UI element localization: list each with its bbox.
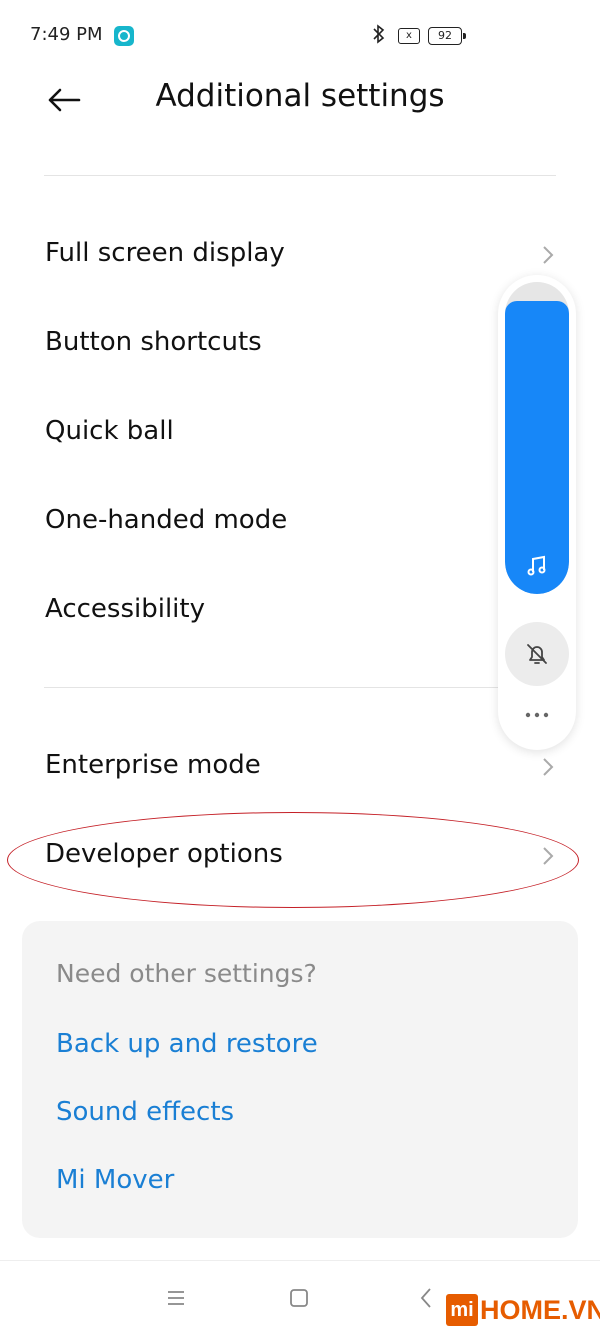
other-settings-title: Need other settings? [56, 959, 317, 988]
chevron-right-icon [543, 758, 554, 776]
square-icon [290, 1289, 308, 1307]
bluetooth-icon [372, 24, 386, 49]
menu-item-label: Full screen display [45, 238, 285, 268]
watermark-logo: mi HOME.VN [446, 1290, 600, 1330]
bell-off-icon [527, 644, 547, 664]
back-button[interactable] [38, 74, 90, 126]
link-sound-effects[interactable]: Sound effects [56, 1097, 234, 1127]
link-back-up-and-restore[interactable]: Back up and restore [56, 1029, 318, 1059]
more-dots-icon [525, 712, 549, 718]
menu-item-label: Quick ball [45, 416, 174, 446]
header: Additional settings [0, 70, 600, 130]
recent-apps-button[interactable] [161, 1283, 191, 1313]
menu-item-enterprise-mode[interactable]: Enterprise mode [0, 732, 600, 802]
back-nav-button[interactable] [411, 1283, 441, 1313]
mi-logo-icon: mi [446, 1294, 478, 1326]
volume-slider[interactable] [505, 282, 569, 594]
menu-item-label: Developer options [45, 839, 283, 869]
home-button[interactable] [284, 1283, 314, 1313]
chevron-left-icon [420, 1288, 431, 1308]
menu-item-developer-options[interactable]: Developer options [0, 821, 600, 891]
menu-item-label: Enterprise mode [45, 750, 261, 780]
menu-item-label: Accessibility [45, 594, 205, 624]
other-settings-panel: Need other settings? Back up and restore… [22, 921, 578, 1238]
menu-item-label: One-handed mode [45, 505, 288, 535]
chevron-right-icon [543, 847, 554, 865]
divider [44, 687, 556, 688]
music-note-icon [527, 555, 546, 576]
volume-panel [498, 275, 576, 750]
chevron-right-icon [543, 246, 554, 264]
status-time: 7:49 PM [30, 24, 103, 45]
menu-icon [168, 1291, 184, 1305]
menu-item-full-screen-display[interactable]: Full screen display [0, 220, 600, 290]
mute-button[interactable] [505, 622, 569, 686]
page-title: Additional settings [155, 78, 445, 114]
divider [44, 175, 556, 176]
more-options-button[interactable] [513, 695, 561, 735]
app-notification-icon [114, 26, 134, 46]
watermark-text: HOME.VN [480, 1294, 600, 1325]
status-bar: 7:49 PM x 92 [0, 0, 600, 70]
arrow-left-icon [48, 88, 81, 112]
battery-icon: 92 [428, 27, 466, 45]
volume-level-fill [505, 300, 569, 594]
menu-item-label: Button shortcuts [45, 327, 262, 357]
link-mi-mover[interactable]: Mi Mover [56, 1165, 174, 1195]
no-sim-icon: x [398, 28, 420, 44]
